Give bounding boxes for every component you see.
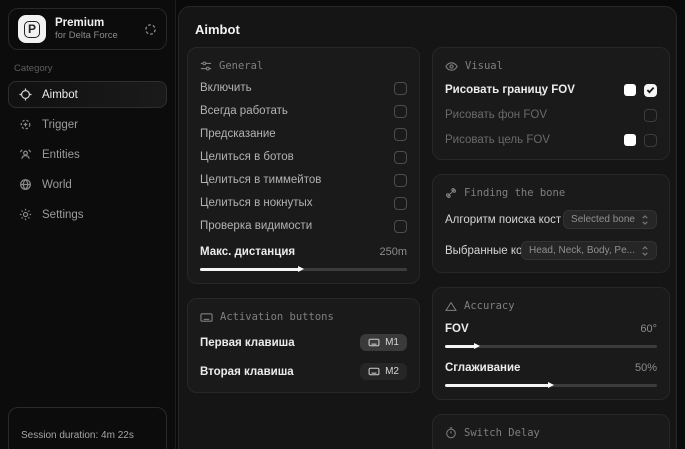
main-content: Aimbot General Включить Всегда работать — [178, 6, 677, 449]
sidebar-item-label: Entities — [42, 149, 80, 161]
license-subtitle: for Delta Force — [55, 30, 135, 41]
license-card: P Premium for Delta Force — [8, 8, 167, 50]
eye-icon — [445, 61, 458, 72]
entities-icon — [19, 148, 32, 161]
gear-icon — [19, 208, 32, 221]
checkbox-draw-fov-target[interactable] — [644, 134, 657, 147]
checkbox-always-work[interactable] — [394, 105, 407, 118]
sidebar-item-settings[interactable]: Settings — [8, 201, 167, 228]
panel-activation-buttons: Activation buttons Первая клавиша M1 — [187, 298, 420, 393]
slider-label: FOV — [445, 323, 469, 335]
globe-icon — [19, 178, 32, 191]
sliders-icon — [200, 60, 212, 72]
sidebar-item-label: Trigger — [42, 119, 78, 131]
bone-algorithm-select[interactable]: Selected bone — [563, 210, 657, 229]
panel-accuracy: Accuracy FOV 60° Сглаживание 50% — [432, 287, 670, 400]
panel-title: Activation buttons — [220, 311, 334, 323]
sync-icon[interactable] — [144, 23, 157, 36]
panel-title: Finding the bone — [464, 187, 565, 199]
trigger-icon — [19, 118, 32, 131]
visual-label: Рисовать цель FOV — [445, 134, 550, 146]
check-icon — [646, 86, 655, 94]
keyboard-icon — [368, 367, 380, 376]
panel-switch-delay: Switch Delay Задержка переключения Задер… — [432, 414, 670, 449]
keybind-label: Вторая клавиша — [200, 366, 294, 378]
toggle-label: Включить — [200, 82, 252, 94]
clock-icon — [445, 427, 457, 439]
panel-title: General — [219, 60, 263, 72]
slider-label: Сглаживание — [445, 362, 520, 374]
visual-label: Рисовать границу FOV — [445, 84, 575, 96]
slider-value: 250m — [379, 246, 407, 258]
smoothing-slider[interactable] — [445, 384, 657, 387]
sidebar: P Premium for Delta Force Category Aimbo… — [0, 0, 176, 449]
chevron-up-down-icon — [641, 215, 649, 225]
sidebar-item-label: Settings — [42, 209, 84, 221]
sidebar-item-label: Aimbot — [42, 89, 78, 101]
sidebar-item-aimbot[interactable]: Aimbot — [8, 81, 167, 108]
panel-title: Accuracy — [464, 300, 515, 312]
selected-bones-select[interactable]: Head, Neck, Body, Pe... — [521, 241, 657, 260]
panel-title: Visual — [465, 60, 503, 72]
panel-title: Switch Delay — [464, 427, 540, 439]
max-distance-slider[interactable] — [200, 268, 407, 271]
color-swatch[interactable] — [624, 84, 636, 96]
toggle-label: Проверка видимости — [200, 220, 312, 232]
sidebar-item-world[interactable]: World — [8, 171, 167, 198]
app-window: P Premium for Delta Force Category Aimbo… — [0, 0, 685, 449]
panel-finding-bone: Finding the bone Алгоритм поиска кост Se… — [432, 174, 670, 273]
crosshair-icon — [19, 88, 32, 101]
visual-label: Рисовать фон FOV — [445, 109, 547, 121]
session-duration: Session duration: 4m 22s — [21, 430, 134, 441]
checkbox-prediction[interactable] — [394, 128, 407, 141]
keybind-button-1[interactable]: M1 — [360, 334, 407, 351]
select-label: Алгоритм поиска кост — [445, 214, 561, 226]
checkbox-target-bots[interactable] — [394, 151, 407, 164]
checkbox-draw-fov-background[interactable] — [644, 109, 657, 122]
color-swatch[interactable] — [624, 134, 636, 146]
keyboard-icon — [200, 312, 213, 323]
app-logo: P — [18, 15, 46, 43]
checkbox-draw-fov-border[interactable] — [644, 84, 657, 97]
keybind-button-2[interactable]: M2 — [360, 363, 407, 380]
triangle-icon — [445, 301, 457, 312]
chevron-up-down-icon — [641, 246, 649, 256]
toggle-label: Целиться в нокнутых — [200, 197, 313, 209]
category-label: Category — [14, 63, 161, 74]
checkbox-target-teammates[interactable] — [394, 174, 407, 187]
license-title: Premium — [55, 17, 135, 29]
toggle-label: Целиться в тиммейтов — [200, 174, 321, 186]
sidebar-item-label: World — [42, 179, 72, 191]
fov-slider[interactable] — [445, 345, 657, 348]
keyboard-icon — [368, 338, 380, 347]
checkbox-visibility-check[interactable] — [394, 220, 407, 233]
toggle-label: Целиться в ботов — [200, 151, 294, 163]
select-label: Выбранные кос — [445, 245, 527, 257]
slider-value: 50% — [635, 362, 657, 374]
sidebar-item-entities[interactable]: Entities — [8, 141, 167, 168]
bone-icon — [445, 187, 457, 199]
toggle-label: Всегда работать — [200, 105, 288, 117]
logo-letter: P — [24, 21, 40, 38]
session-card: Session duration: 4m 22s — [8, 407, 167, 449]
slider-label: Макс. дистанция — [200, 246, 295, 258]
checkbox-target-knocked[interactable] — [394, 197, 407, 210]
page-title: Aimbot — [195, 22, 676, 37]
keybind-label: Первая клавиша — [200, 337, 295, 349]
slider-value: 60° — [640, 323, 657, 335]
checkbox-enable[interactable] — [394, 82, 407, 95]
panel-visual: Visual Рисовать границу FOV — [432, 47, 670, 160]
toggle-label: Предсказание — [200, 128, 276, 140]
sidebar-item-trigger[interactable]: Trigger — [8, 111, 167, 138]
panel-general: General Включить Всегда работать Предска… — [187, 47, 420, 284]
